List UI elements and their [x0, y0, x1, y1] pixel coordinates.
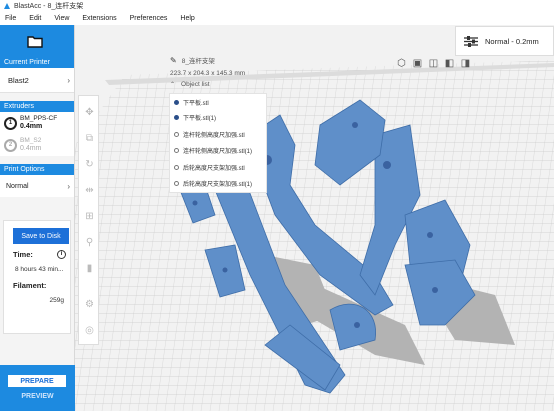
- prepare-button[interactable]: PREPARE: [8, 375, 66, 387]
- object-marker: [174, 115, 179, 120]
- print-setup-selector[interactable]: Normal - 0.2mm: [455, 26, 554, 56]
- save-to-disk-button[interactable]: Save to Disk: [13, 228, 69, 244]
- menu-file[interactable]: File: [5, 15, 16, 22]
- model-name[interactable]: 8_连杆支架: [182, 55, 215, 65]
- object-list-item[interactable]: 后轮高度尺支架加强.stl(1): [174, 179, 252, 188]
- mirror-icon[interactable]: ⇹: [83, 184, 96, 197]
- title-bar: BlastAcc - 8_连杆支架: [0, 0, 554, 12]
- menu-help[interactable]: Help: [180, 15, 194, 22]
- cut-icon[interactable]: ▮: [83, 262, 96, 275]
- view-3d-icon[interactable]: ⬡: [395, 57, 408, 70]
- view-top-icon[interactable]: ◫: [427, 57, 440, 70]
- printer-name: Blast2: [8, 75, 29, 85]
- current-printer-label: Current Printer: [0, 57, 74, 68]
- print-options-selector[interactable]: Normal ›: [0, 175, 74, 197]
- gear-icon[interactable]: ⚙: [83, 298, 96, 311]
- object-marker: [174, 132, 179, 137]
- printer-selector[interactable]: Blast2 ›: [0, 68, 74, 93]
- object-marker: [174, 100, 179, 105]
- extruder-nozzle-size: 0.4mm: [20, 123, 43, 130]
- extruder-material: BM_PPS-CF: [20, 115, 58, 122]
- object-list: 下平板.stl 下平板.stl(1) 连杆轮侧高度尺加强.stl 连杆轮侧高度尺…: [169, 93, 267, 193]
- collapse-icon[interactable]: ⌃: [170, 81, 175, 88]
- extruder-1[interactable]: 1 BM_PPS-CF 0.4mm: [0, 112, 74, 134]
- model-dimensions: 223.7 x 204.3 x 145.3 mm: [170, 70, 246, 77]
- time-label: Time:: [13, 250, 33, 259]
- filament-label: Filament:: [13, 281, 47, 290]
- filament-value: 259g: [49, 297, 64, 304]
- extruder-2[interactable]: 2 BM_S2 0.4mm: [0, 134, 74, 156]
- view-front-icon[interactable]: ▣: [411, 57, 424, 70]
- object-list-item[interactable]: 下平板.stl: [174, 98, 209, 107]
- chevron-right-icon: ›: [67, 75, 70, 85]
- support-icon[interactable]: ⚲: [83, 236, 96, 249]
- view-toolbar: ⬡ ▣ ◫ ◧ ◨: [395, 57, 475, 70]
- model-info-panel: ✎ 8_连杆支架 223.7 x 204.3 x 145.3 mm ⌃ Obje…: [170, 55, 280, 91]
- window-title: BlastAcc - 8_连杆支架: [14, 3, 84, 10]
- object-list-item[interactable]: 后轮高度尺支架加强.stl: [174, 163, 245, 172]
- preview-tab[interactable]: PREVIEW: [0, 393, 75, 400]
- view-right-icon[interactable]: ◨: [459, 57, 472, 70]
- rotate-icon[interactable]: ↻: [83, 158, 96, 171]
- object-list-item[interactable]: 下平板.stl(1): [174, 113, 216, 122]
- move-icon[interactable]: ✥: [83, 106, 96, 119]
- extruders-label: Extruders: [0, 101, 74, 112]
- sidebar-header: [0, 25, 74, 57]
- app-logo-icon: [4, 3, 10, 9]
- menu-bar: File Edit View Extensions Preferences He…: [0, 12, 554, 25]
- chevron-right-icon: ›: [67, 181, 70, 191]
- menu-edit[interactable]: Edit: [29, 15, 41, 22]
- scale-icon[interactable]: ⧉: [83, 132, 96, 145]
- slice-result-card: Save to Disk Time: i 8 hours 43 min... F…: [3, 220, 71, 334]
- print-time-value: 8 hours 43 min...: [15, 266, 64, 273]
- extruder-material: BM_S2: [20, 137, 42, 144]
- layer-profile-label: Normal - 0.2mm: [485, 36, 539, 46]
- open-file-icon[interactable]: [27, 35, 43, 48]
- print-options-label: Print Options: [0, 164, 74, 175]
- extruder-icon: 2: [4, 138, 17, 152]
- settings-secondary-icon[interactable]: ◎: [83, 324, 96, 337]
- build-plate-viewport[interactable]: ✎ 8_连杆支架 223.7 x 204.3 x 145.3 mm ⌃ Obje…: [75, 25, 554, 411]
- stage-switcher: PREPARE PREVIEW: [0, 365, 75, 411]
- menu-view[interactable]: View: [54, 15, 69, 22]
- arrange-icon[interactable]: ⊞: [83, 210, 96, 223]
- object-marker: [174, 165, 179, 170]
- settings-sliders-icon: [464, 35, 478, 47]
- object-list-label[interactable]: Object list: [181, 81, 210, 88]
- edit-name-icon[interactable]: ✎: [170, 56, 177, 65]
- object-list-item[interactable]: 连杆轮侧高度尺加强.stl(1): [174, 146, 252, 155]
- object-marker: [174, 181, 179, 186]
- sidebar: Current Printer Blast2 › Extruders 1 BM_…: [0, 25, 75, 411]
- transform-toolbar: ✥ ⧉ ↻ ⇹ ⊞ ⚲ ▮ ⚙ ◎: [78, 95, 99, 345]
- object-marker: [174, 148, 179, 153]
- menu-extensions[interactable]: Extensions: [82, 15, 116, 22]
- info-icon[interactable]: i: [57, 250, 66, 259]
- extruder-nozzle-size: 0.4mm: [20, 145, 42, 152]
- print-mode: Normal: [6, 182, 29, 190]
- view-left-icon[interactable]: ◧: [443, 57, 456, 70]
- object-list-item[interactable]: 连杆轮侧高度尺加强.stl: [174, 130, 245, 139]
- menu-preferences[interactable]: Preferences: [130, 15, 168, 22]
- build-plate-scene[interactable]: [75, 25, 554, 411]
- extruder-icon: 1: [4, 116, 17, 130]
